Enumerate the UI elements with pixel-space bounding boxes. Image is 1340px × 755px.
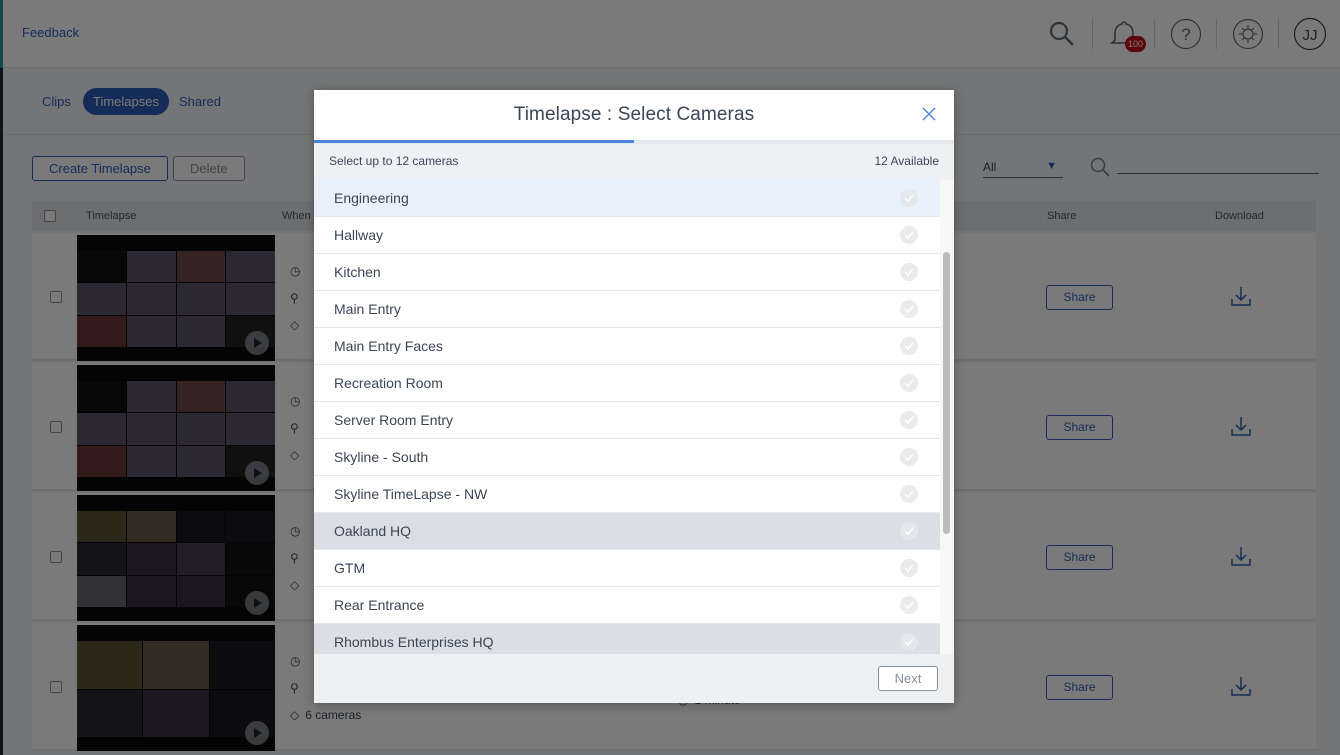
camera-list-item[interactable]: Engineering (314, 180, 940, 217)
selection-hint: Select up to 12 cameras (329, 154, 459, 168)
step-progress-fill (314, 140, 634, 143)
modal-header: Timelapse : Select Cameras (314, 90, 954, 140)
check-icon[interactable] (900, 522, 918, 540)
check-icon[interactable] (900, 559, 918, 577)
check-icon[interactable] (900, 226, 918, 244)
camera-list-item[interactable]: Rear Entrance (314, 587, 940, 624)
next-button[interactable]: Next (878, 666, 938, 691)
check-icon[interactable] (900, 596, 918, 614)
camera-name: Rear Entrance (334, 597, 425, 613)
camera-list-item[interactable]: Kitchen (314, 254, 940, 291)
camera-list-item[interactable]: GTM (314, 550, 940, 587)
check-icon[interactable] (900, 263, 918, 281)
check-icon[interactable] (900, 485, 918, 503)
camera-name: Rhombus Enterprises HQ (334, 634, 494, 650)
camera-name: Oakland HQ (334, 523, 412, 539)
step-progress (314, 140, 954, 144)
camera-list-item[interactable]: Main Entry (314, 291, 940, 328)
camera-list-item[interactable]: Main Entry Faces (314, 328, 940, 365)
camera-name: GTM (334, 560, 366, 576)
scrollbar-thumb[interactable] (943, 252, 950, 534)
close-icon[interactable] (920, 105, 938, 123)
camera-name: Engineering (334, 190, 409, 206)
camera-name: Main Entry (334, 301, 401, 317)
check-icon[interactable] (900, 448, 918, 466)
check-icon[interactable] (900, 300, 918, 318)
camera-list-item[interactable]: Hallway (314, 217, 940, 254)
camera-name: Skyline - South (334, 449, 429, 465)
check-icon[interactable] (900, 633, 918, 651)
check-icon[interactable] (900, 411, 918, 429)
check-icon[interactable] (900, 374, 918, 392)
camera-list-item[interactable]: Skyline TimeLapse - NW (314, 476, 940, 513)
select-cameras-modal: Timelapse : Select Cameras Select up to … (314, 90, 954, 703)
check-icon[interactable] (900, 337, 918, 355)
camera-list-item[interactable]: Rhombus Enterprises HQ (314, 624, 940, 654)
camera-list: Engineering Hallway Kitchen Main Entry Main … (314, 180, 940, 654)
camera-name: Server Room Entry (334, 412, 454, 428)
camera-name: Kitchen (334, 264, 381, 280)
camera-list-scrollbar[interactable] (940, 180, 954, 654)
camera-name: Skyline TimeLapse - NW (334, 486, 488, 502)
check-icon[interactable] (900, 189, 918, 207)
camera-list-item[interactable]: Recreation Room (314, 365, 940, 402)
camera-list-item[interactable]: Oakland HQ (314, 513, 940, 550)
camera-name: Main Entry Faces (334, 338, 443, 354)
camera-name: Hallway (334, 227, 384, 243)
camera-list-item[interactable]: Skyline - South (314, 439, 940, 476)
camera-list-item[interactable]: Server Room Entry (314, 402, 940, 439)
modal-title: Timelapse : Select Cameras (513, 104, 755, 125)
available-count: 12 Available (874, 154, 940, 168)
camera-name: Recreation Room (334, 375, 443, 391)
